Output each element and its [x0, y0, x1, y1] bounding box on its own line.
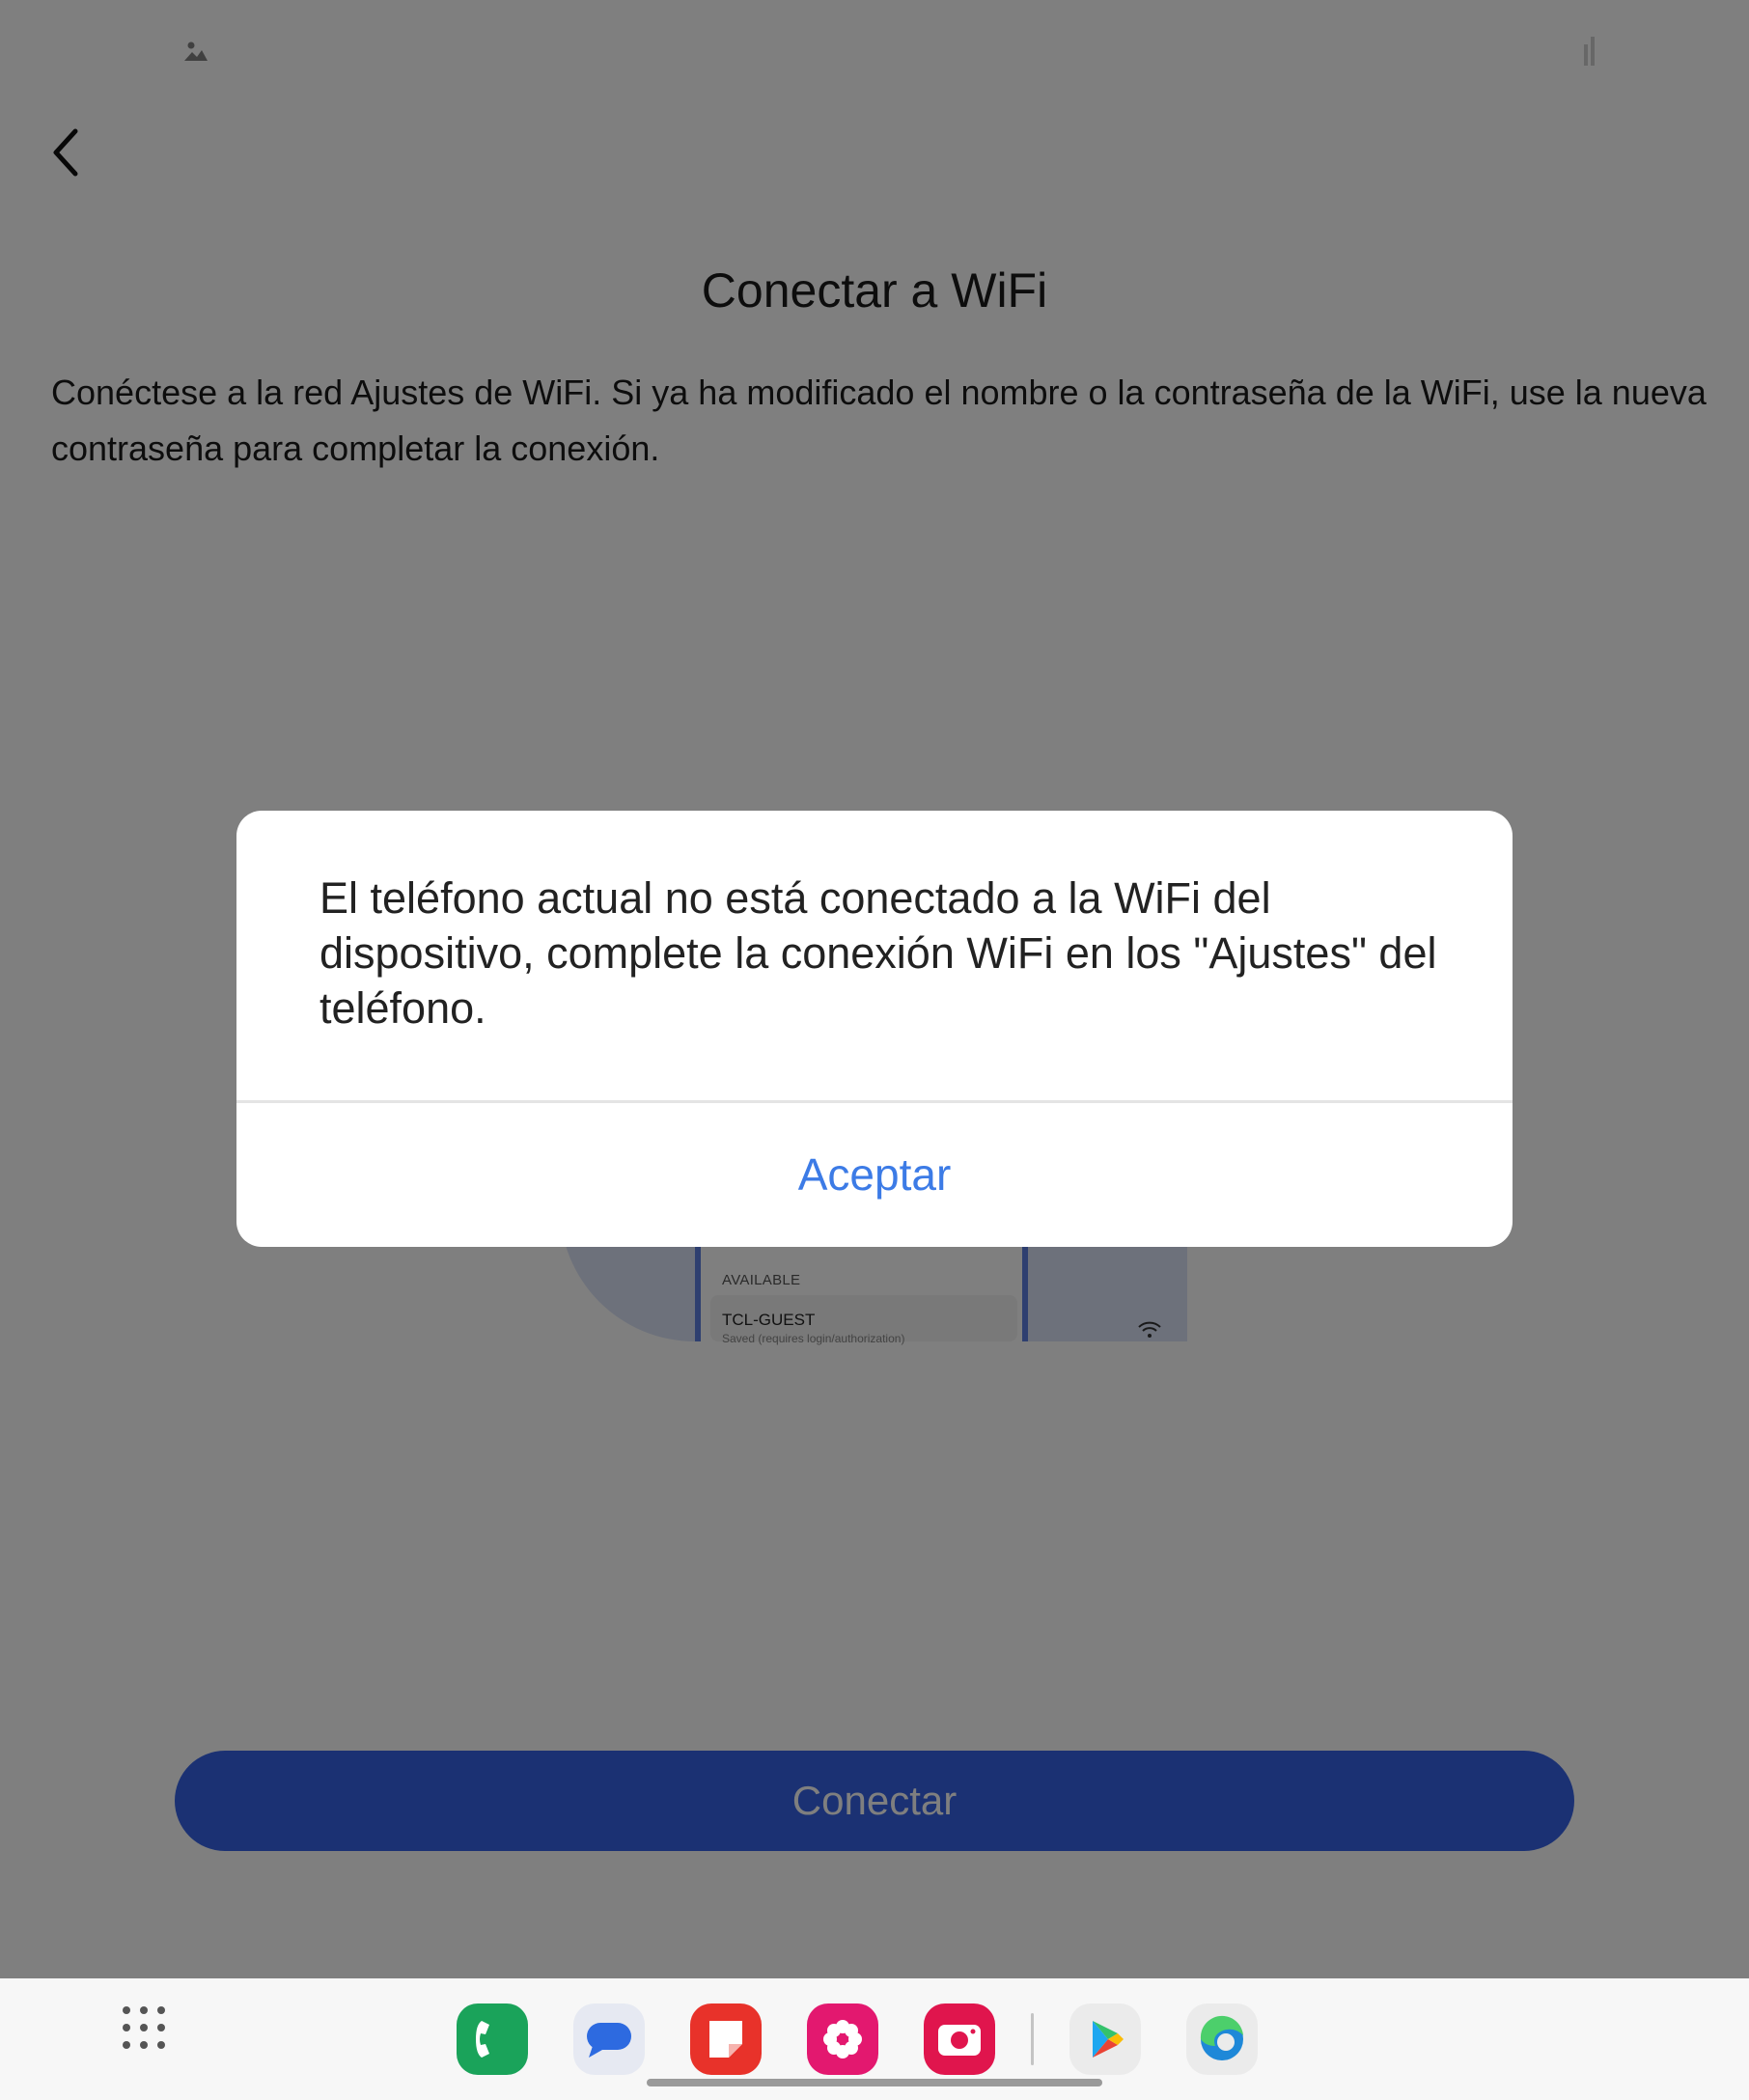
home-gesture-handle[interactable] — [647, 2079, 1102, 2086]
dock-separator — [1031, 2013, 1034, 2065]
phone-app-icon[interactable] — [457, 2003, 528, 2075]
edge-browser-app-icon[interactable] — [1186, 2003, 1258, 2075]
wifi-alert-dialog: El teléfono actual no está conectado a l… — [236, 811, 1513, 1247]
camera-app-icon[interactable] — [924, 2003, 995, 2075]
messages-app-icon[interactable] — [573, 2003, 645, 2075]
dialog-message: El teléfono actual no está conectado a l… — [319, 873, 1437, 1033]
accept-button[interactable]: Aceptar — [236, 1103, 1513, 1247]
play-store-app-icon[interactable] — [1069, 2003, 1141, 2075]
navigation-dock — [0, 1978, 1749, 2100]
gallery-app-icon[interactable] — [807, 2003, 878, 2075]
app-drawer-icon[interactable] — [120, 2003, 168, 2052]
notes-app-icon[interactable] — [690, 2003, 762, 2075]
